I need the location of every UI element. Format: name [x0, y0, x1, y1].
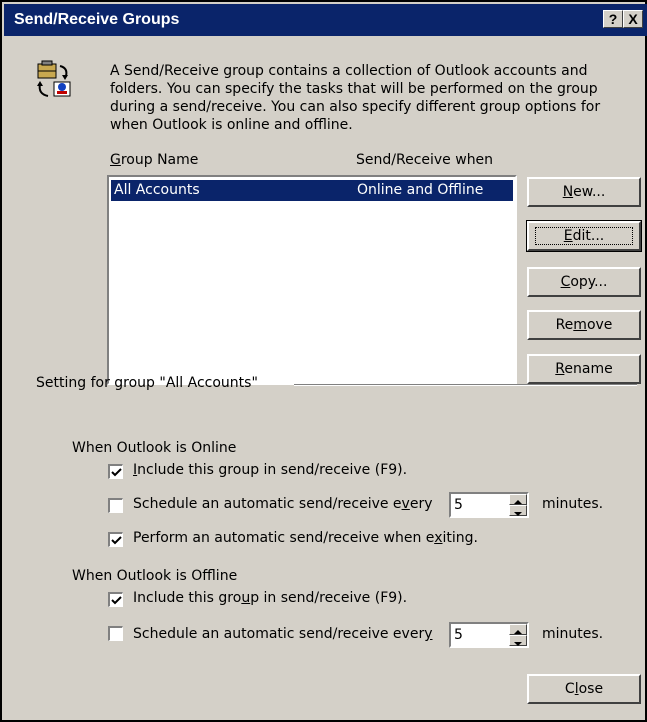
online-exit-label: Perform an automatic send/receive when e… [133, 530, 478, 546]
offline-include-checkbox[interactable] [108, 592, 123, 607]
online-schedule-label: Schedule an automatic send/receive every [133, 496, 433, 512]
online-exit-checkbox[interactable] [108, 532, 123, 547]
rename-button[interactable]: Rename [527, 354, 641, 384]
offline-schedule-label: Schedule an automatic send/receive every [133, 626, 433, 642]
dialog-window: Send/Receive Groups ? X A Send/Receive g… [0, 0, 647, 722]
row-when: Online and Offline [357, 182, 484, 198]
offline-schedule-checkbox[interactable] [108, 626, 123, 641]
online-include-label: Include this group in send/receive (F9). [133, 462, 408, 478]
online-schedule-checkbox[interactable] [108, 498, 123, 513]
online-minutes-value: 5 [454, 497, 463, 513]
copy-button[interactable]: Copy... [527, 267, 641, 297]
group-list[interactable]: All Accounts Online and Offline [107, 175, 517, 385]
offline-include-label: Include this group in send/receive (F9). [133, 590, 408, 606]
send-receive-icon [32, 58, 76, 102]
close-window-button[interactable]: X [623, 10, 643, 28]
online-minutes-spinner[interactable]: 5 [449, 492, 529, 518]
list-item[interactable]: All Accounts Online and Offline [111, 180, 513, 201]
column-header-when[interactable]: Send/Receive when [356, 152, 493, 168]
description-text: A Send/Receive group contains a collecti… [110, 63, 601, 133]
spin-up-button[interactable] [509, 494, 527, 505]
online-heading: When Outlook is Online [72, 440, 237, 456]
new-button[interactable]: New... [527, 177, 641, 207]
window-title: Send/Receive Groups [14, 11, 180, 28]
group-divider [294, 384, 637, 386]
title-bar: Send/Receive Groups ? X [4, 4, 647, 36]
remove-button[interactable]: Remove [527, 310, 641, 340]
offline-minutes-spinner[interactable]: 5 [449, 622, 529, 648]
settings-group-label: Setting for group "All Accounts" [36, 375, 258, 391]
help-button[interactable]: ? [603, 10, 623, 28]
spin-down-button[interactable] [509, 635, 527, 646]
edit-button[interactable]: Edit... [526, 220, 642, 252]
online-minutes-unit: minutes. [542, 496, 604, 512]
spin-down-button[interactable] [509, 505, 527, 516]
row-name: All Accounts [114, 182, 200, 198]
spin-up-button[interactable] [509, 624, 527, 635]
offline-minutes-unit: minutes. [542, 626, 604, 642]
offline-heading: When Outlook is Offline [72, 568, 238, 584]
close-button[interactable]: Close [527, 674, 641, 704]
column-header-group-name[interactable]: Group Name [110, 152, 198, 168]
online-include-checkbox[interactable] [108, 464, 123, 479]
offline-minutes-value: 5 [454, 627, 463, 643]
